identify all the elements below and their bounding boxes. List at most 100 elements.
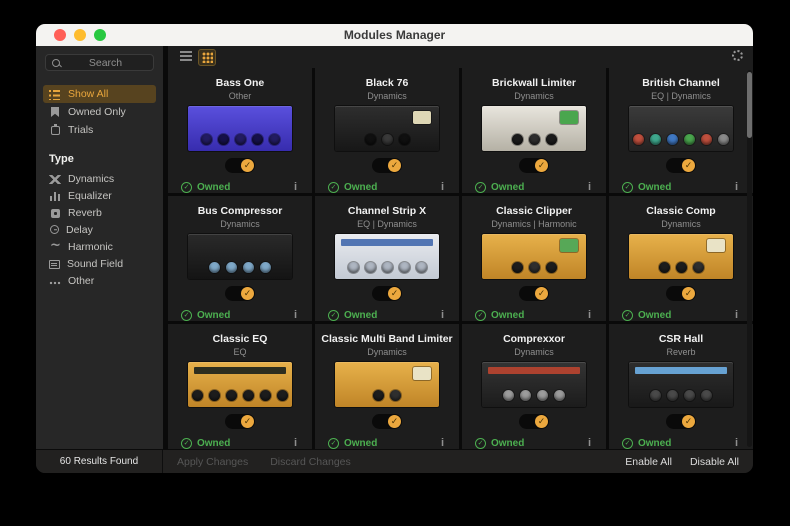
module-status-row: Owned i: [609, 437, 753, 449]
module-info-button[interactable]: i: [586, 437, 593, 449]
toggle-thumb: [682, 159, 695, 172]
sidebar-item-label: Reverb: [68, 207, 102, 219]
main-area: Show All Owned Only Trials Type Dynamics…: [36, 46, 753, 449]
module-status-row: Owned i: [462, 181, 606, 193]
module-card-black-76: Black 76 Dynamics Owned i: [315, 68, 459, 193]
module-enable-toggle[interactable]: [519, 286, 549, 301]
owned-label: Owned: [638, 310, 671, 321]
scrollbar-thumb[interactable]: [747, 72, 752, 138]
toggle-thumb: [388, 287, 401, 300]
module-enable-toggle[interactable]: [225, 158, 255, 173]
toggle-thumb: [241, 415, 254, 428]
sidebar-item-dynamics[interactable]: Dynamics: [43, 170, 156, 187]
module-info-button[interactable]: i: [439, 437, 446, 449]
minimize-button[interactable]: [74, 29, 86, 41]
grid-view-button[interactable]: [198, 49, 216, 66]
module-card-bass-one: Bass One Other Owned i: [168, 68, 312, 193]
enable-all-button[interactable]: Enable All: [625, 456, 672, 468]
module-owned-status: Owned: [181, 182, 230, 193]
module-title: British Channel: [642, 77, 720, 89]
window-title: Modules Manager: [36, 28, 753, 42]
sidebar-item-trials[interactable]: Trials: [43, 121, 156, 139]
search-input[interactable]: [64, 56, 147, 70]
module-enable-toggle[interactable]: [372, 414, 402, 429]
settings-button[interactable]: [732, 48, 743, 66]
list-icon: [49, 89, 61, 100]
module-card-bus-compressor: Bus Compressor Dynamics Owned i: [168, 196, 312, 321]
module-image: [629, 106, 733, 151]
close-button[interactable]: [54, 29, 66, 41]
module-enable-toggle[interactable]: [519, 158, 549, 173]
module-image: [335, 362, 439, 407]
toggle-thumb: [682, 287, 695, 300]
module-category: EQ | Dynamics: [651, 91, 711, 101]
module-image: [335, 106, 439, 151]
list-view-button[interactable]: [180, 48, 192, 66]
scrollbar-track[interactable]: [747, 70, 752, 447]
sidebar-item-harmonic[interactable]: Harmonic: [43, 238, 156, 255]
sidebar-item-label: Owned Only: [68, 106, 126, 118]
type-section-header: Type: [49, 153, 163, 165]
module-enable-toggle[interactable]: [666, 158, 696, 173]
module-enable-toggle[interactable]: [225, 414, 255, 429]
module-card-csr-hall: CSR Hall Reverb Owned i: [609, 324, 753, 449]
sidebar-item-other[interactable]: Other: [43, 272, 156, 289]
module-card-classic-eq: Classic EQ EQ Owned i: [168, 324, 312, 449]
sidebar-item-sound-field[interactable]: Sound Field: [43, 255, 156, 272]
module-info-button[interactable]: i: [439, 181, 446, 193]
module-category: Dynamics: [220, 219, 260, 229]
toggle-thumb: [241, 287, 254, 300]
view-toolbar: [168, 46, 753, 68]
module-owned-status: Owned: [475, 310, 524, 321]
sidebar-filters: Show All Owned Only Trials: [36, 85, 163, 139]
module-card-classic-clipper: Classic Clipper Dynamics | Harmonic Owne…: [462, 196, 606, 321]
module-info-button[interactable]: i: [733, 181, 740, 193]
module-enable-toggle[interactable]: [372, 286, 402, 301]
sidebar-item-owned-only[interactable]: Owned Only: [43, 103, 156, 121]
module-card-channel-strip-x: Channel Strip X EQ | Dynamics Owned i: [315, 196, 459, 321]
module-owned-status: Owned: [328, 182, 377, 193]
sidebar-item-label: Sound Field: [67, 258, 123, 270]
sound-field-icon: [49, 260, 60, 269]
module-info-button[interactable]: i: [439, 309, 446, 321]
module-owned-status: Owned: [328, 310, 377, 321]
zoom-button[interactable]: [94, 29, 106, 41]
sidebar-item-label: Dynamics: [68, 173, 114, 185]
discard-changes-button[interactable]: Discard Changes: [270, 456, 351, 468]
sidebar-item-equalizer[interactable]: Equalizer: [43, 187, 156, 204]
equalizer-icon: [49, 190, 61, 201]
sidebar-item-show-all[interactable]: Show All: [43, 85, 156, 103]
module-info-button[interactable]: i: [292, 309, 299, 321]
module-enable-toggle[interactable]: [225, 286, 255, 301]
module-info-button[interactable]: i: [292, 181, 299, 193]
changes-actions: Apply Changes Discard Changes: [163, 456, 625, 468]
sidebar-item-delay[interactable]: Delay: [43, 221, 156, 238]
reverb-icon: [51, 209, 60, 218]
module-info-button[interactable]: i: [733, 437, 740, 449]
module-enable-toggle[interactable]: [666, 286, 696, 301]
module-info-button[interactable]: i: [292, 437, 299, 449]
module-card-british-channel: British Channel EQ | Dynamics Owned i: [609, 68, 753, 193]
owned-check-icon: [328, 182, 339, 193]
owned-label: Owned: [491, 438, 524, 449]
module-status-row: Owned i: [462, 437, 606, 449]
module-info-button[interactable]: i: [733, 309, 740, 321]
module-title: Classic EQ: [213, 333, 268, 345]
module-enable-toggle[interactable]: [666, 414, 696, 429]
module-info-button[interactable]: i: [586, 181, 593, 193]
module-status-row: Owned i: [168, 437, 312, 449]
disable-all-button[interactable]: Disable All: [690, 456, 739, 468]
module-title: Classic Multi Band Limiter: [321, 333, 452, 345]
owned-label: Owned: [197, 310, 230, 321]
toggle-thumb: [388, 415, 401, 428]
module-image: [188, 234, 292, 279]
module-enable-toggle[interactable]: [519, 414, 549, 429]
sidebar-item-reverb[interactable]: Reverb: [43, 204, 156, 221]
search-box[interactable]: [45, 54, 154, 71]
apply-changes-button[interactable]: Apply Changes: [177, 456, 248, 468]
results-count: 60 Results Found: [36, 450, 163, 473]
module-enable-toggle[interactable]: [372, 158, 402, 173]
sidebar-item-label: Delay: [66, 224, 93, 236]
module-info-button[interactable]: i: [586, 309, 593, 321]
content-area: Bass One Other Owned i Black 76 Dynamics…: [163, 46, 753, 449]
